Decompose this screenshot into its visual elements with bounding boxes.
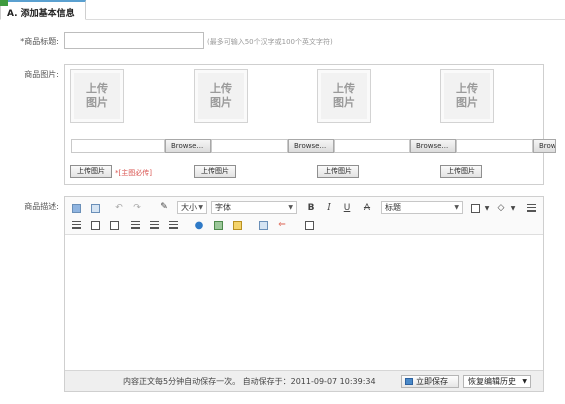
font-size-select[interactable]: 大小 ▼ [177, 201, 207, 214]
browse-button-4[interactable]: Browse... [533, 139, 556, 153]
product-name-input[interactable] [64, 32, 204, 49]
browse-button-1[interactable]: Browse... [165, 139, 211, 153]
upload-image-button-4[interactable]: 上传图片 [440, 165, 482, 178]
upload-image-button-2[interactable]: 上传图片 [194, 165, 236, 178]
bold-icon[interactable]: B [305, 202, 317, 214]
italic-icon[interactable]: I [323, 202, 335, 214]
save-now-label: 立即保存 [416, 377, 448, 386]
product-name-hint: (最多可输入50个汉字或100个英文字符) [207, 38, 333, 46]
image-placeholder-2: 上传 图片 [194, 69, 248, 123]
upload-image-button-1[interactable]: 上传图片 [70, 165, 112, 178]
file-path-field-3[interactable] [334, 139, 410, 153]
redo-icon[interactable]: ↷ [131, 202, 143, 214]
ordered-list-icon[interactable] [70, 219, 82, 231]
chevron-down-icon: ▼ [198, 204, 203, 211]
highlight-icon[interactable]: ◇ [495, 202, 507, 214]
outdent-icon[interactable] [108, 219, 120, 231]
restore-history-label: 恢复编辑历史 [468, 377, 516, 386]
unordered-list-icon[interactable] [525, 202, 537, 214]
section-tab-bar: A. 添加基本信息 [0, 0, 565, 20]
unlink-icon[interactable]: ⇐ [276, 219, 288, 231]
font-size-value: 大小 [181, 203, 197, 212]
chevron-down-icon: ▼ [522, 378, 527, 385]
image-placeholder-4: 上传 图片 [440, 69, 494, 123]
format-painter-icon[interactable]: ✎ [158, 201, 170, 213]
font-family-select[interactable]: 字体 ▼ [211, 201, 297, 214]
product-desc-label: 商品描述: [24, 202, 59, 211]
chevron-down-icon[interactable]: ▼ [507, 202, 519, 214]
link-icon[interactable]: ● [193, 219, 205, 231]
save-icon [405, 378, 413, 385]
placeholder-text: 上传 图片 [333, 82, 355, 109]
required-note: *[主图必传] [115, 169, 152, 177]
placeholder-text: 上传 图片 [210, 82, 232, 109]
underline-icon[interactable]: U [341, 202, 353, 214]
tab-basic-info[interactable]: A. 添加基本信息 [0, 0, 86, 20]
source-icon[interactable] [70, 202, 82, 214]
font-family-value: 字体 [215, 203, 231, 212]
attachment-icon[interactable] [257, 219, 269, 231]
table-icon[interactable] [469, 202, 481, 214]
chevron-down-icon: ▼ [454, 204, 459, 211]
upload-image-button-3[interactable]: 上传图片 [317, 165, 359, 178]
browse-button-2[interactable]: Browse... [288, 139, 334, 153]
image-icon[interactable] [212, 219, 224, 231]
restore-history-select[interactable]: 恢复编辑历史 ▼ [463, 375, 531, 388]
align-center-icon[interactable] [148, 219, 160, 231]
fullscreen-icon[interactable] [303, 219, 315, 231]
emoticon-icon[interactable] [231, 219, 243, 231]
strikethrough-icon[interactable]: A [361, 202, 373, 214]
tab-title: A. 添加基本信息 [7, 9, 75, 19]
rich-text-editor: ↶ ↷ ✎ 大小 ▼ 字体 ▼ B I U A 标题 ▼ ▼ ◇ ▼ ● ⇐ 内容正文… [64, 196, 544, 392]
file-path-field-2[interactable] [211, 139, 288, 153]
product-images-label: 商品图片: [24, 70, 59, 79]
save-now-button[interactable]: 立即保存 [401, 375, 459, 388]
placeholder-text: 上传 图片 [456, 82, 478, 109]
heading-select[interactable]: 标题 ▼ [381, 201, 463, 214]
chevron-down-icon: ▼ [288, 204, 293, 211]
image-placeholder-3: 上传 图片 [317, 69, 371, 123]
autosave-status-text: 内容正文每5分钟自动保存一次。 自动保存于：2011-09-07 10:39:3… [123, 377, 376, 386]
heading-value: 标题 [385, 203, 401, 212]
product-name-label: *商品标题: [20, 37, 59, 46]
chevron-down-icon[interactable]: ▼ [481, 202, 493, 214]
editor-status-bar: 内容正文每5分钟自动保存一次。 自动保存于：2011-09-07 10:39:3… [65, 370, 543, 391]
file-path-field-1[interactable] [71, 139, 165, 153]
align-right-icon[interactable] [167, 219, 179, 231]
preview-icon[interactable] [89, 202, 101, 214]
corner-marker [0, 0, 8, 6]
undo-icon[interactable]: ↶ [113, 202, 125, 214]
indent-icon[interactable] [89, 219, 101, 231]
placeholder-text: 上传 图片 [86, 82, 108, 109]
image-placeholder-1: 上传 图片 [70, 69, 124, 123]
align-left-icon[interactable] [129, 219, 141, 231]
editor-content-area[interactable] [65, 236, 543, 370]
editor-toolbar: ↶ ↷ ✎ 大小 ▼ 字体 ▼ B I U A 标题 ▼ ▼ ◇ ▼ ● ⇐ [65, 197, 543, 235]
file-path-field-4[interactable] [456, 139, 533, 153]
browse-button-3[interactable]: Browse... [410, 139, 456, 153]
